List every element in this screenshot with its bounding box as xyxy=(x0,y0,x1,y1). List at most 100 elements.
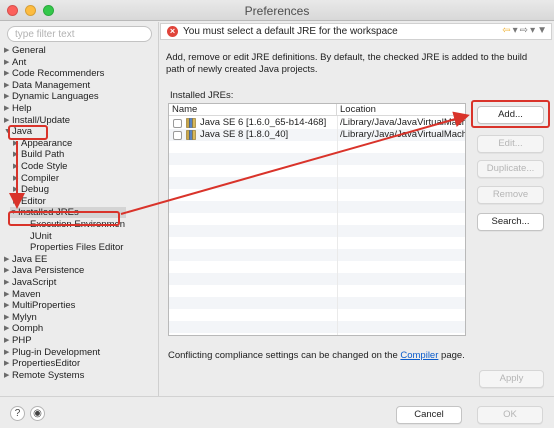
tree-item[interactable]: ▶ Code Style xyxy=(13,161,67,172)
help-icon[interactable]: ? xyxy=(10,406,25,421)
table-stripe xyxy=(169,153,465,165)
tree-item[interactable]: ▶ Dynamic Languages xyxy=(4,91,99,102)
table-stripe xyxy=(169,213,465,225)
filter-field[interactable] xyxy=(7,26,152,42)
tree-item[interactable]: ▶ Oomph xyxy=(4,323,43,334)
table-row[interactable]: Java SE 6 [1.6.0_65-b14-468] /Library/Ja… xyxy=(169,117,465,129)
collapsed-chevron-icon[interactable]: ▶ xyxy=(4,91,12,102)
table-stripe xyxy=(169,165,465,177)
table-stripe xyxy=(169,225,465,237)
tree-item[interactable]: ▶ PHP xyxy=(4,335,32,346)
tree-item[interactable]: ▶ General xyxy=(4,45,46,56)
jre-library-icon xyxy=(186,130,196,140)
tree-item[interactable]: ▶ MultiProperties xyxy=(4,300,75,311)
collapsed-chevron-icon[interactable]: ▶ xyxy=(13,173,21,184)
collapsed-chevron-icon[interactable]: ▶ xyxy=(13,161,21,172)
tree-item-label: JavaScript xyxy=(12,277,57,288)
tree-item-label: General xyxy=(12,45,46,56)
filter-input[interactable] xyxy=(8,27,151,41)
collapsed-chevron-icon[interactable]: ▶ xyxy=(4,57,12,68)
table-row[interactable]: Java SE 8 [1.8.0_40] /Library/Java/JavaV… xyxy=(169,129,465,141)
tree-item[interactable]: ▶ Install/Update xyxy=(4,115,70,126)
tree-item[interactable]: ▶ JavaScript xyxy=(4,277,56,288)
collapsed-chevron-icon[interactable]: ▶ xyxy=(4,265,12,276)
tree-item-label: Ant xyxy=(12,56,27,68)
tree-item[interactable]: ▶ Maven xyxy=(4,289,41,300)
jre-checkbox[interactable] xyxy=(173,131,182,140)
column-header-location[interactable]: Location xyxy=(337,104,465,116)
tree-item[interactable]: ▶ Plug-in Development xyxy=(4,347,100,358)
tree-item[interactable]: ▶ Build Path xyxy=(13,149,64,160)
remove-jre-button[interactable]: Remove xyxy=(477,186,544,204)
jre-table: Name Location Java SE 6 [1.6.0_65-b14-46… xyxy=(168,103,466,336)
tree-item[interactable]: JUnit xyxy=(22,231,52,242)
tree-item[interactable]: ▶ Compiler xyxy=(13,173,59,184)
pane-divider[interactable] xyxy=(158,22,159,396)
tree-item[interactable]: Properties Files Editor xyxy=(22,242,123,253)
tree-item[interactable]: ▶ Editor xyxy=(13,196,46,207)
tree-item-label: Code Recommenders xyxy=(12,68,105,80)
forward-arrow-icon[interactable]: ⇨ xyxy=(520,25,528,36)
back-arrow-icon[interactable]: ⇦ xyxy=(502,25,510,36)
edit-jre-button[interactable]: Edit... xyxy=(477,135,544,153)
collapsed-chevron-icon[interactable]: ▶ xyxy=(4,370,12,381)
compiler-page-link[interactable]: Compiler xyxy=(400,350,438,361)
tree-item[interactable]: ▶ Ant xyxy=(4,57,26,68)
view-menu-icon[interactable]: ▼ xyxy=(537,25,547,36)
tree-item[interactable]: ▶ PropertiesEditor xyxy=(4,358,80,369)
collapsed-chevron-icon[interactable]: ▶ xyxy=(4,335,12,346)
tree-item[interactable]: ▶ Remote Systems xyxy=(4,370,84,381)
import-export-icon[interactable]: ◉ xyxy=(30,406,45,421)
tree-item[interactable]: ▶ Data Management xyxy=(4,80,90,91)
collapsed-chevron-icon[interactable]: ▶ xyxy=(4,45,12,56)
collapsed-chevron-icon[interactable]: ▶ xyxy=(4,115,12,126)
tree-item-label: Remote Systems xyxy=(12,369,85,381)
jre-location: /Library/Java/JavaVirtualMachines xyxy=(340,129,465,140)
collapsed-chevron-icon[interactable]: ▶ xyxy=(4,103,12,114)
ok-button[interactable]: OK xyxy=(477,406,543,424)
collapsed-chevron-icon[interactable]: ▶ xyxy=(13,196,21,207)
tree-item[interactable]: ▶ Mylyn xyxy=(4,312,37,323)
table-stripe xyxy=(169,237,465,249)
collapsed-chevron-icon[interactable]: ▶ xyxy=(4,323,12,334)
jre-name: Java SE 6 [1.6.0_65-b14-468] xyxy=(200,117,327,128)
compliance-text: Conflicting compliance settings can be c… xyxy=(168,350,401,361)
search-jre-button[interactable]: Search... xyxy=(477,213,544,231)
table-stripe xyxy=(169,261,465,273)
error-icon: × xyxy=(167,26,178,37)
apply-button[interactable]: Apply xyxy=(479,370,544,388)
collapsed-chevron-icon[interactable]: ▶ xyxy=(4,347,12,358)
installed-jres-annotation-box xyxy=(8,211,120,226)
collapsed-chevron-icon[interactable]: ▶ xyxy=(13,149,21,160)
tree-item[interactable]: ▶ Java EE xyxy=(4,254,47,265)
cancel-button[interactable]: Cancel xyxy=(396,406,462,424)
preferences-window: Preferences ▶General▶Ant▶Code Recommende… xyxy=(0,0,554,428)
tree-item-label: Plug-in Development xyxy=(12,346,101,358)
tree-item[interactable]: ▶ Help xyxy=(4,103,32,114)
table-stripe xyxy=(169,249,465,261)
tree-item[interactable]: ▶ Debug xyxy=(13,184,49,195)
tree-item-label: Mylyn xyxy=(12,311,37,323)
tree-item-label: Debug xyxy=(21,184,49,196)
collapsed-chevron-icon[interactable]: ▶ xyxy=(13,184,21,195)
tree-item[interactable]: ▶ Code Recommenders xyxy=(4,68,104,79)
collapsed-chevron-icon[interactable]: ▶ xyxy=(4,277,12,288)
duplicate-jre-button[interactable]: Duplicate... xyxy=(477,160,544,178)
page-description: Add, remove or edit JRE definitions. By … xyxy=(166,52,528,75)
back-menu-chevron-icon[interactable]: ▾ xyxy=(513,25,518,36)
collapsed-chevron-icon[interactable]: ▶ xyxy=(4,289,12,300)
collapsed-chevron-icon[interactable]: ▶ xyxy=(4,68,12,79)
column-header-name[interactable]: Name xyxy=(169,104,337,116)
tree-item[interactable]: ▶ Java Persistence xyxy=(4,265,84,276)
collapsed-chevron-icon[interactable]: ▶ xyxy=(4,312,12,323)
collapsed-chevron-icon[interactable]: ▶ xyxy=(4,358,12,369)
jre-location: /Library/Java/JavaVirtualMachines xyxy=(340,117,465,128)
jre-checkbox[interactable] xyxy=(173,119,182,128)
collapsed-chevron-icon[interactable]: ▶ xyxy=(4,80,12,91)
forward-menu-chevron-icon[interactable]: ▾ xyxy=(530,25,535,36)
jre-library-icon xyxy=(186,118,196,128)
java-annotation-box xyxy=(8,125,48,140)
collapsed-chevron-icon[interactable]: ▶ xyxy=(4,254,12,265)
table-stripe xyxy=(169,285,465,297)
collapsed-chevron-icon[interactable]: ▶ xyxy=(4,300,12,311)
